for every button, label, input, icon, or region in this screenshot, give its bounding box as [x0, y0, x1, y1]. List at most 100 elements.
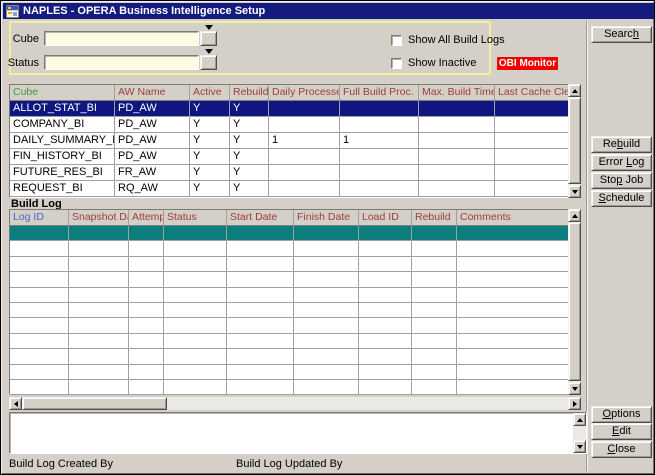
table-cell[interactable] [412, 318, 457, 332]
table-cell[interactable] [359, 380, 412, 394]
table-cell[interactable] [294, 288, 359, 302]
scrollbar-thumb[interactable] [22, 397, 167, 410]
table-cell[interactable] [419, 101, 495, 116]
scroll-up-button[interactable] [573, 413, 586, 426]
table-cell[interactable] [412, 257, 457, 271]
table-cell[interactable] [412, 241, 457, 255]
status-dropdown-button[interactable] [200, 55, 217, 70]
table-cell[interactable] [495, 181, 569, 196]
table-cell[interactable] [227, 365, 294, 379]
table-cell[interactable] [495, 117, 569, 132]
table-cell[interactable] [10, 288, 69, 302]
table-cell[interactable] [457, 365, 569, 379]
table-cell[interactable] [495, 165, 569, 180]
table-cell[interactable]: PD_AW [115, 133, 190, 148]
table-cell[interactable] [412, 288, 457, 302]
obi-monitor-button[interactable]: OBI Monitor [497, 57, 558, 70]
table-cell[interactable] [69, 272, 129, 286]
table-cell[interactable] [419, 181, 495, 196]
build-log-scrollbar[interactable] [568, 209, 581, 395]
table-cell[interactable] [164, 272, 227, 286]
table-cell[interactable] [129, 349, 164, 363]
table-cell[interactable] [340, 117, 419, 132]
table-cell[interactable] [69, 318, 129, 332]
table-cell[interactable] [227, 272, 294, 286]
table-row[interactable] [10, 365, 569, 380]
table-cell[interactable]: PD_AW [115, 149, 190, 164]
table-row[interactable]: FUTURE_RES_BIFR_AWYY [10, 165, 569, 181]
table-cell[interactable] [10, 241, 69, 255]
table-cell[interactable] [10, 334, 69, 348]
build-log-comment-field[interactable] [9, 412, 587, 454]
table-cell[interactable] [164, 257, 227, 271]
table-cell[interactable]: Y [230, 101, 269, 116]
table-cell[interactable] [69, 349, 129, 363]
column-header[interactable]: Snapshot Date [69, 210, 129, 225]
table-cell[interactable] [164, 334, 227, 348]
table-row[interactable] [10, 288, 569, 303]
table-cell[interactable] [495, 133, 569, 148]
column-header[interactable]: Start Date [227, 210, 294, 225]
table-cell[interactable] [359, 226, 412, 240]
error-log-button[interactable]: Error Log [591, 154, 652, 171]
column-header[interactable]: Rebuild [230, 85, 269, 100]
table-cell[interactable] [129, 226, 164, 240]
table-cell[interactable] [457, 334, 569, 348]
table-cell[interactable] [412, 380, 457, 394]
table-cell[interactable]: Y [190, 165, 230, 180]
table-cell[interactable]: COMPANY_BI [10, 117, 115, 132]
table-row[interactable]: DAILY_SUMMARY_BIPD_AWYY11 [10, 133, 569, 149]
table-cell[interactable] [419, 149, 495, 164]
table-cell[interactable]: Y [230, 133, 269, 148]
table-cell[interactable] [10, 380, 69, 394]
table-row[interactable]: REQUEST_BIRQ_AWYY [10, 181, 569, 197]
table-cell[interactable] [359, 303, 412, 317]
table-cell[interactable] [227, 349, 294, 363]
table-cell[interactable] [412, 272, 457, 286]
table-cell[interactable] [412, 303, 457, 317]
search-button[interactable]: Search [591, 26, 652, 43]
table-cell[interactable]: FUTURE_RES_BI [10, 165, 115, 180]
scroll-right-button[interactable] [568, 397, 581, 410]
table-cell[interactable] [294, 241, 359, 255]
table-cell[interactable]: FR_AW [115, 165, 190, 180]
table-cell[interactable] [129, 241, 164, 255]
stop-job-button[interactable]: Stop Job [591, 172, 652, 189]
scroll-up-button[interactable] [568, 209, 581, 222]
scrollbar-thumb[interactable] [568, 222, 581, 381]
table-row[interactable] [10, 334, 569, 349]
table-cell[interactable] [412, 365, 457, 379]
table-cell[interactable] [129, 303, 164, 317]
table-cell[interactable] [69, 226, 129, 240]
show-all-build-logs-checkbox[interactable] [391, 35, 402, 46]
table-cell[interactable] [359, 272, 412, 286]
column-header[interactable]: Active [190, 85, 230, 100]
table-cell[interactable] [457, 226, 569, 240]
cube-table-scrollbar[interactable] [568, 84, 581, 198]
table-cell[interactable] [227, 241, 294, 255]
table-cell[interactable] [457, 257, 569, 271]
table-cell[interactable]: PD_AW [115, 101, 190, 116]
table-cell[interactable] [412, 226, 457, 240]
table-cell[interactable]: ALLOT_STAT_BI [10, 101, 115, 116]
table-cell[interactable]: Y [190, 117, 230, 132]
table-cell[interactable] [294, 226, 359, 240]
column-header[interactable]: Rebuild [412, 210, 457, 225]
table-cell[interactable] [227, 257, 294, 271]
table-row[interactable]: ALLOT_STAT_BIPD_AWYY [10, 101, 569, 117]
table-row[interactable] [10, 318, 569, 333]
table-cell[interactable] [227, 303, 294, 317]
column-header[interactable]: Log ID [10, 210, 69, 225]
table-cell[interactable]: Y [190, 133, 230, 148]
table-cell[interactable]: FIN_HISTORY_BI [10, 149, 115, 164]
table-cell[interactable] [164, 288, 227, 302]
table-cell[interactable] [69, 334, 129, 348]
table-cell[interactable] [294, 334, 359, 348]
column-header[interactable]: Full Build Proc. [340, 85, 419, 100]
table-cell[interactable] [359, 334, 412, 348]
table-cell[interactable] [359, 365, 412, 379]
table-cell[interactable]: 1 [269, 133, 340, 148]
scroll-down-button[interactable] [568, 382, 581, 395]
table-cell[interactable] [227, 334, 294, 348]
table-cell[interactable] [164, 380, 227, 394]
